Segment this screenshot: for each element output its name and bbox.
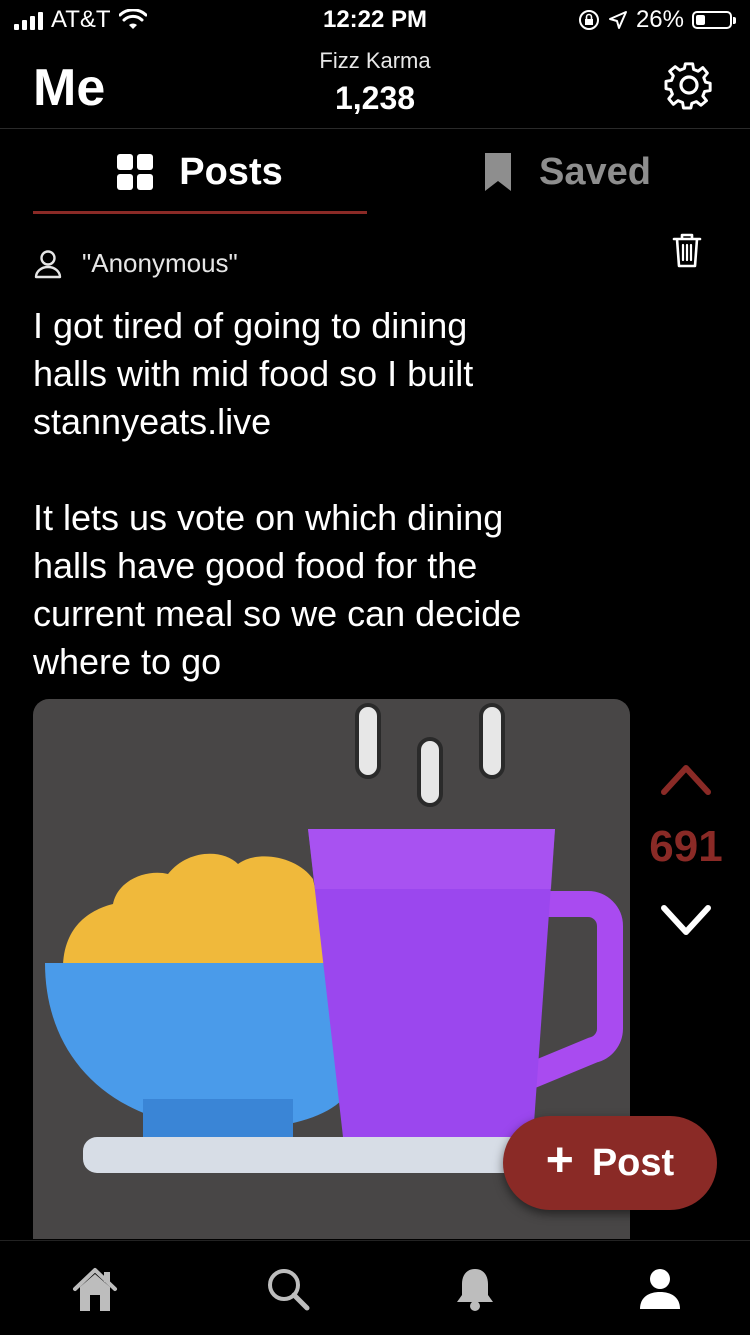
battery-percent: 26% bbox=[635, 6, 684, 33]
status-right: 26% bbox=[578, 6, 736, 34]
grid-icon bbox=[117, 154, 154, 190]
app-header: Me Fizz Karma 1,238 bbox=[0, 40, 750, 129]
bottom-nav bbox=[0, 1240, 750, 1335]
downvote-chevron-icon[interactable] bbox=[660, 900, 712, 940]
karma-value: 1,238 bbox=[334, 80, 416, 116]
trash-icon[interactable] bbox=[672, 232, 702, 268]
active-tab-indicator bbox=[33, 211, 367, 214]
tab-posts-label: Posts bbox=[179, 150, 283, 193]
gear-icon[interactable] bbox=[662, 58, 716, 112]
tab-posts[interactable]: Posts bbox=[33, 129, 367, 215]
status-bar: AT&T 12:22 PM 26% bbox=[0, 0, 750, 40]
bookmark-icon bbox=[485, 153, 512, 191]
tab-saved-label: Saved bbox=[539, 150, 651, 193]
karma-label: Fizz Karma bbox=[319, 48, 431, 73]
new-post-button[interactable]: + Post bbox=[503, 1116, 717, 1210]
upvote-chevron-icon[interactable] bbox=[660, 760, 712, 800]
home-icon[interactable] bbox=[71, 1265, 119, 1313]
search-icon[interactable] bbox=[264, 1265, 312, 1313]
post-body: I got tired of going to dining halls wit… bbox=[33, 305, 522, 682]
plus-icon: + bbox=[545, 1134, 574, 1187]
post-author: "Anonymous" bbox=[34, 248, 238, 279]
new-post-label: Post bbox=[591, 1141, 675, 1184]
author-name: "Anonymous" bbox=[82, 248, 238, 278]
location-icon bbox=[608, 11, 627, 29]
tab-saved[interactable]: Saved bbox=[400, 129, 734, 215]
profile-tabs: Posts Saved bbox=[0, 129, 750, 215]
vote-count: 691 bbox=[649, 822, 723, 871]
bell-icon[interactable] bbox=[451, 1265, 499, 1313]
battery-icon bbox=[692, 11, 736, 29]
orientation-lock-icon bbox=[578, 10, 599, 30]
person-outline-icon bbox=[34, 249, 62, 278]
person-icon[interactable] bbox=[636, 1265, 684, 1313]
